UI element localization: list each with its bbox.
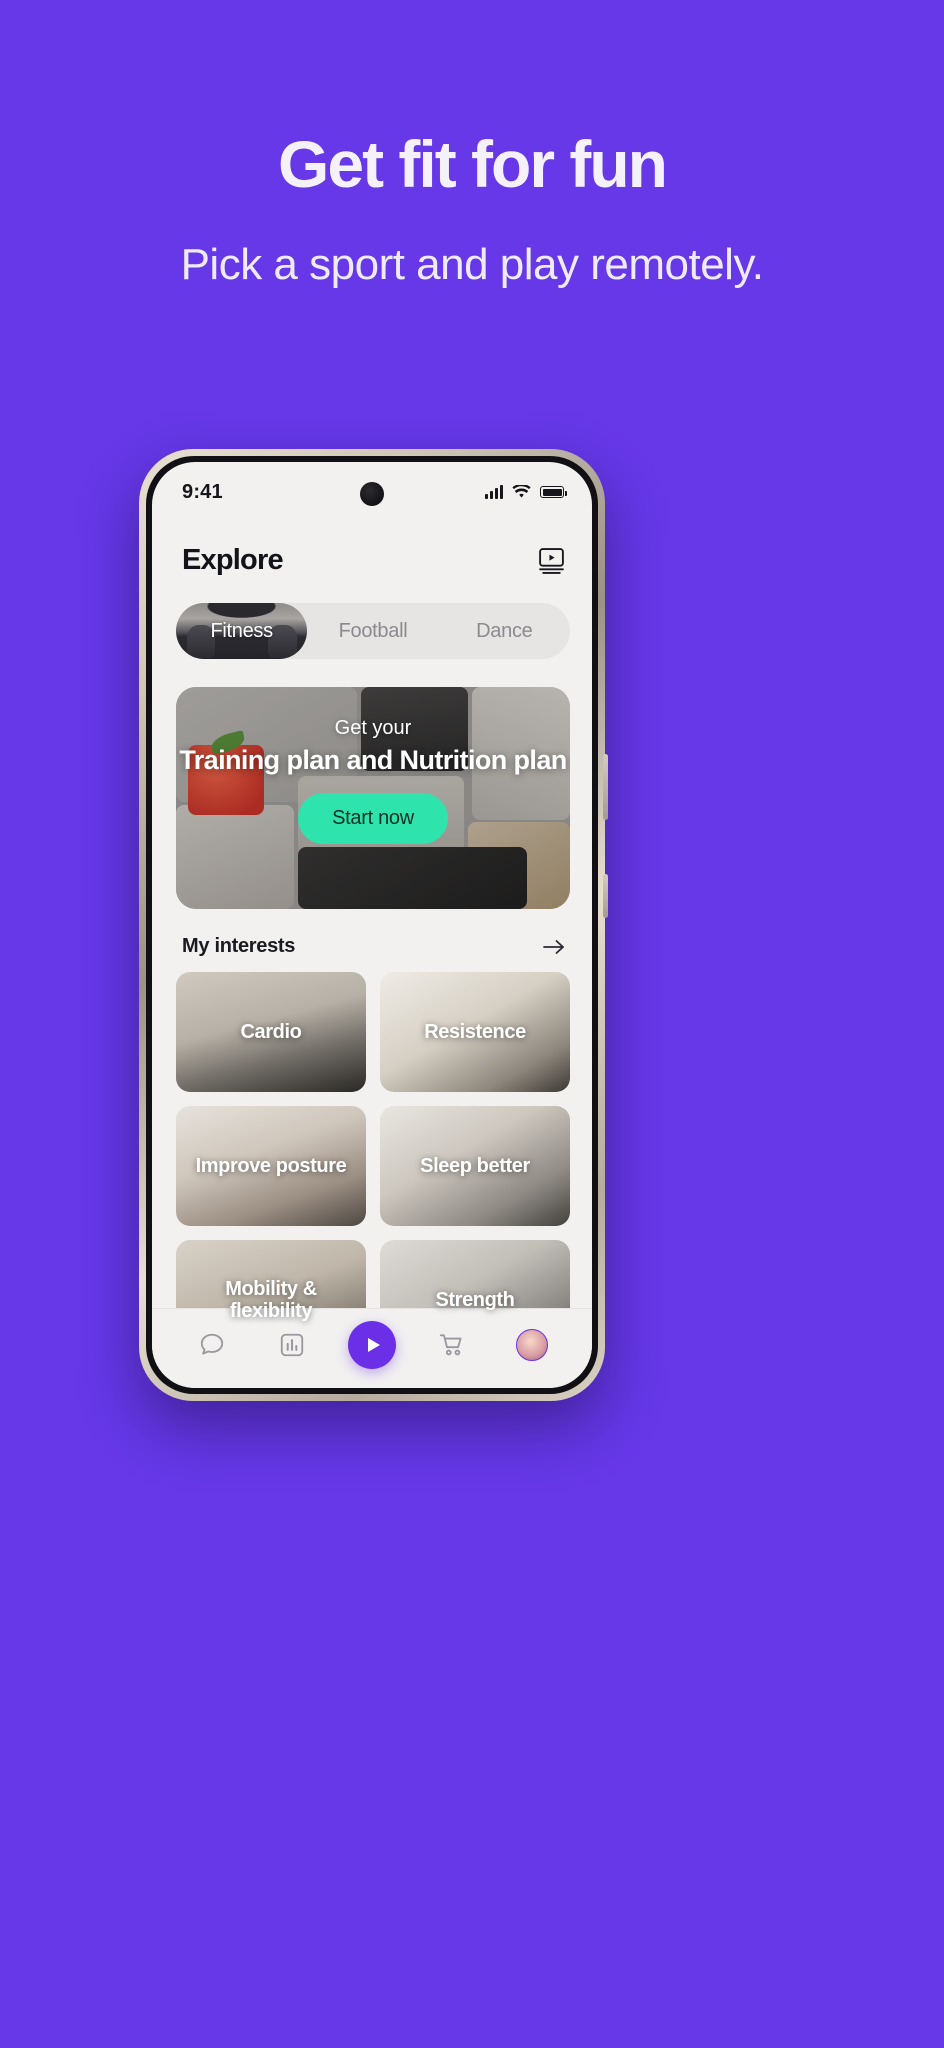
volume-button[interactable]	[603, 754, 608, 820]
category-tabs[interactable]: Fitness Football Dance	[176, 603, 570, 659]
phone-bezel: 9:41 Explore Fitness Football Dance Get …	[146, 456, 598, 1394]
profile-avatar-icon	[516, 1328, 548, 1361]
front-camera-punch-hole-icon	[360, 482, 384, 506]
interest-card-cardio[interactable]: Cardio	[176, 972, 366, 1092]
interest-card-sleep-better[interactable]: Sleep better	[380, 1106, 570, 1226]
tab-fitness-label: Fitness	[210, 619, 273, 642]
tab-dance-label: Dance	[476, 619, 533, 642]
nav-play[interactable]	[346, 1319, 398, 1371]
interest-card-label: Mobility & flexibility	[225, 1277, 317, 1322]
interests-section-header: My interests	[182, 935, 566, 958]
battery-full-icon	[540, 486, 567, 498]
nav-stats[interactable]	[266, 1319, 318, 1371]
phone-screen: 9:41 Explore Fitness Football Dance Get …	[152, 462, 592, 1388]
tab-dance[interactable]: Dance	[439, 603, 570, 659]
interest-card-resistence[interactable]: Resistence	[380, 972, 570, 1092]
play-button[interactable]	[348, 1320, 396, 1369]
status-clock: 9:41	[182, 480, 223, 503]
wifi-icon	[512, 485, 531, 498]
tab-fitness[interactable]: Fitness	[176, 603, 308, 659]
page-title: Explore	[182, 544, 284, 576]
interest-card-label: Strength	[435, 1288, 515, 1311]
hero-headline: Training plan and Nutrition plan	[179, 745, 567, 775]
video-playlist-icon[interactable]	[537, 546, 566, 575]
status-indicators	[485, 485, 567, 499]
signal-bars-icon	[485, 485, 503, 499]
start-now-button[interactable]: Start now	[298, 793, 448, 845]
interest-card-label: Cardio	[240, 1020, 302, 1043]
power-button[interactable]	[603, 874, 608, 918]
interest-card-label: Improve posture	[195, 1154, 347, 1177]
interests-title: My interests	[182, 935, 296, 957]
interests-grid: Cardio Resistence Improve posture Sleep …	[176, 972, 570, 1360]
nav-cart[interactable]	[426, 1319, 478, 1371]
phone-mockup: 9:41 Explore Fitness Football Dance Get …	[139, 449, 608, 1401]
app-header: Explore	[152, 522, 592, 577]
interest-card-label: Resistence	[424, 1020, 526, 1043]
tab-football[interactable]: Football	[307, 603, 438, 659]
play-icon	[367, 1337, 380, 1352]
hero-banner[interactable]: Get your Training plan and Nutrition pla…	[176, 687, 570, 909]
chat-bubble-icon	[200, 1333, 224, 1355]
stats-bar-chart-icon	[280, 1333, 304, 1356]
hero-kicker: Get your	[334, 717, 412, 739]
shopping-cart-icon	[439, 1333, 462, 1355]
tab-football-label: Football	[338, 619, 408, 642]
status-bar: 9:41	[152, 462, 592, 522]
arrow-right-icon[interactable]	[542, 937, 566, 957]
promo-subtitle: Pick a sport and play remotely.	[180, 240, 764, 290]
promo-block: Get fit for fun Pick a sport and play re…	[0, 0, 944, 295]
interest-card-improve-posture[interactable]: Improve posture	[176, 1106, 366, 1226]
interest-card-label: Sleep better	[420, 1154, 530, 1177]
phone-frame: 9:41 Explore Fitness Football Dance Get …	[139, 449, 608, 1401]
nav-chat[interactable]	[186, 1319, 238, 1371]
nav-profile[interactable]	[506, 1319, 558, 1371]
hero-copy: Get your Training plan and Nutrition pla…	[176, 687, 570, 909]
promo-title: Get fit for fun	[278, 127, 668, 201]
